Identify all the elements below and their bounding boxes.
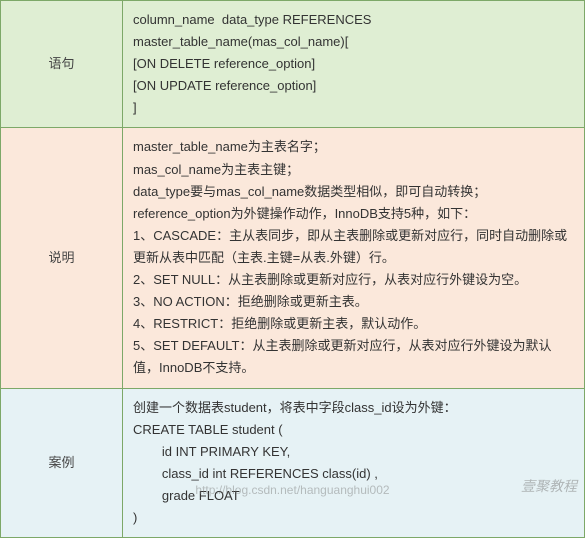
desc-line: 4、RESTRICT：拒绝删除或更新主表，默认动作。 <box>133 313 574 335</box>
case-line: class_id int REFERENCES class(id) , <box>133 463 574 485</box>
desc-line: 5、SET DEFAULT：从主表删除或更新对应行，从表对应行外键设为默认值，I… <box>133 335 574 379</box>
desc-line: master_table_name为主表名字； <box>133 136 574 158</box>
row-syntax-content: column_name data_type REFERENCES master_… <box>123 1 585 128</box>
desc-line: 2、SET NULL：从主表删除或更新对应行，从表对应行外键设为空。 <box>133 269 574 291</box>
syntax-line: [ON DELETE reference_option] <box>133 53 574 75</box>
desc-line: mas_col_name为主表主键； <box>133 159 574 181</box>
row-syntax-label: 语句 <box>1 1 123 128</box>
syntax-line: column_name data_type REFERENCES master_… <box>133 9 574 53</box>
desc-line: 1、CASCADE：主从表同步，即从主表删除或更新对应行，同时自动删除或更新从表… <box>133 225 574 269</box>
case-line: ) <box>133 507 574 529</box>
desc-line: reference_option为外键操作动作，InnoDB支持5种，如下： <box>133 203 574 225</box>
row-case: 案例 创建一个数据表student，将表中字段class_id设为外键： CRE… <box>1 388 585 538</box>
syntax-line: [ON UPDATE reference_option] <box>133 75 574 97</box>
case-line: grade FLOAT <box>133 485 574 507</box>
case-line: CREATE TABLE student ( <box>133 419 574 441</box>
row-case-content: 创建一个数据表student，将表中字段class_id设为外键： CREATE… <box>123 388 585 538</box>
row-description-label: 说明 <box>1 128 123 388</box>
row-description: 说明 master_table_name为主表名字； mas_col_name为… <box>1 128 585 388</box>
case-line: 创建一个数据表student，将表中字段class_id设为外键： <box>133 397 574 419</box>
case-line: id INT PRIMARY KEY, <box>133 441 574 463</box>
desc-line: 3、NO ACTION：拒绝删除或更新主表。 <box>133 291 574 313</box>
reference-table: 语句 column_name data_type REFERENCES mast… <box>0 0 585 538</box>
desc-line: data_type要与mas_col_name数据类型相似，即可自动转换； <box>133 181 574 203</box>
syntax-line: ] <box>133 97 574 119</box>
row-syntax: 语句 column_name data_type REFERENCES mast… <box>1 1 585 128</box>
row-description-content: master_table_name为主表名字； mas_col_name为主表主… <box>123 128 585 388</box>
row-case-label: 案例 <box>1 388 123 538</box>
